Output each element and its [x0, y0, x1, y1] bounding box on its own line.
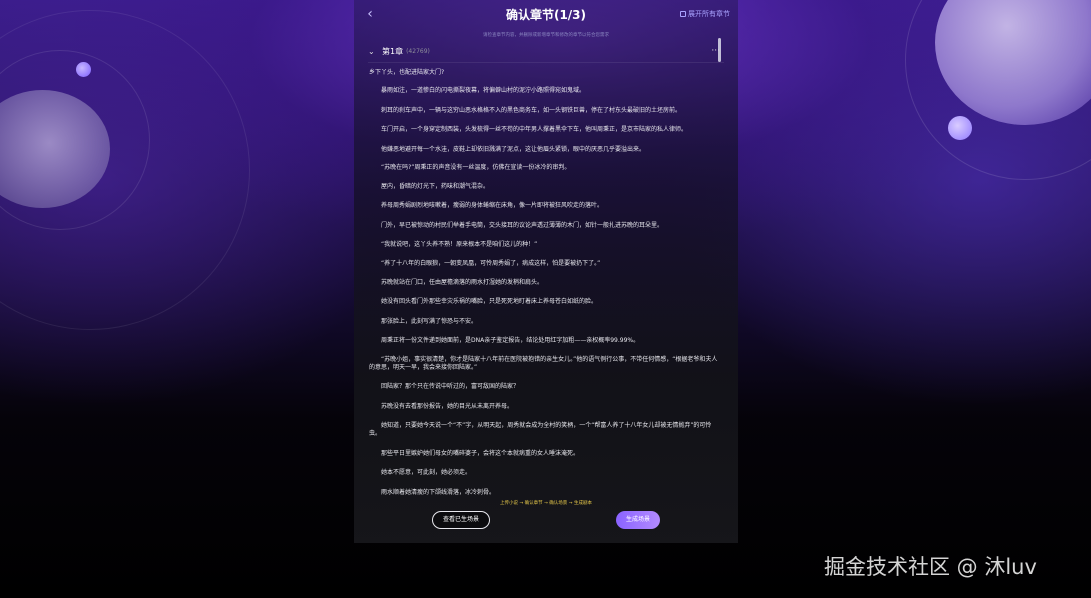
view-scenes-button[interactable]: 查看已生场景: [432, 511, 490, 529]
paragraph: 门外，早已被惊动的村民们举着手电筒，交头接耳的议论声透过薄薄的木门，如针一般扎进…: [381, 222, 664, 229]
paragraph: “苏晚小姐，事实很清楚，你才是陆家十八年前在医院被抱错的亲生女儿。”他的语气例行…: [369, 356, 718, 371]
paragraph: 那张脸上，此刻写满了惊恐与不安。: [381, 318, 478, 325]
paragraph: 他嫌恶地避开每一个水洼，皮鞋上却依旧溅满了泥点，这让他眉头紧锁，眼中的厌恶几乎要…: [381, 146, 646, 153]
divider: [368, 62, 724, 63]
paragraph: 周秉正将一份文件递到她面前，是DNA亲子鉴定报告，结论处用红字加粗——亲权概率9…: [381, 337, 640, 344]
paragraph: 回陆家？那个只在传说中听过的，富可敌国的陆家？: [381, 383, 520, 390]
paragraph: 她本不愿意，可此刻，她必须走。: [381, 469, 472, 476]
generate-scenes-button[interactable]: 生成场景: [616, 511, 660, 529]
chevron-down-icon[interactable]: ⌄: [368, 47, 382, 56]
paragraph: 她没有回头看门外那些幸灾乐祸的嘴脸，只是死死地盯着床上养母苍白如纸的脸。: [381, 298, 598, 305]
paragraph: 养母周秀娟剧烈地咳嗽着，瘦弱的身体蜷缩在床角，像一片即将被狂风吹走的落叶。: [381, 202, 604, 209]
expand-icon: [680, 11, 686, 17]
hint-text: 请检查章节内容，并删除或新增章节和修改的章节以符合您需求: [483, 33, 609, 38]
paragraph: 那些平日里嫉妒她们母女的嘴碎婆子，会将这个本就病重的女人唾沫淹死。: [381, 450, 580, 457]
expand-all-label: 展开所有章节: [688, 10, 730, 18]
paragraph: “苏晚在吗?”周秉正的声音没有一丝温度，仿佛在宣读一份冰冷的审判。: [381, 164, 571, 171]
paragraph: 乡下丫头，也配进陆家大门?: [369, 69, 445, 76]
small-planet-right: [948, 116, 972, 140]
paragraph: 她知道，只要她今天说一个“不”字，从明天起，周秀就会成为全村的笑柄，一个“帮富人…: [369, 422, 712, 437]
paragraph: 车门开启，一个身穿定制西装，头发梳得一丝不苟的中年男人撑着黑伞下车，他叫周秉正，…: [381, 126, 688, 133]
expand-all-button[interactable]: 展开所有章节: [680, 9, 730, 19]
paragraph: “我就说吧，这丫头养不熟！原来根本不是咱们这儿的种！”: [381, 241, 538, 248]
paragraph: “养了十八年的白眼狼，一朝变凤凰，可怜周秀娟了，病成这样，怕是要被扔下了。”: [381, 260, 601, 267]
chapter-header[interactable]: ⌄ 第1章 (42769) ···: [368, 44, 720, 58]
header: ‹ 确认章节(1/3) 展开所有章节: [354, 0, 738, 30]
paragraph: 雨水顺着她清瘦的下颌线滑落，冰冷刺骨。: [381, 489, 496, 496]
paragraph: 苏晚没有去看那份报告，她的目光从未离开养母。: [381, 403, 514, 410]
workflow-steps: 上传小说 → 确认章节 → 确认场景 → 生成剧本: [500, 501, 592, 506]
chapter-word-count: (42769): [406, 47, 430, 55]
scrollbar-thumb[interactable]: [718, 38, 721, 62]
watermark: 掘金技术社区 @ 沐luv: [824, 555, 1037, 579]
paragraph: 暴雨如注，一道惨白的闪电撕裂夜幕，将偏僻山村的泥泞小路照得宛如鬼域。: [381, 87, 586, 94]
paragraph: 屋内，昏暗的灯光下，药味和潮气混杂。: [381, 183, 490, 190]
small-planet-left: [76, 62, 91, 77]
chapter-title: 第1章: [382, 46, 404, 56]
paragraph: 刺耳的刹车声中，一辆与这穷山恶水格格不入的黑色商务车，如一头钢铁巨兽，停在了村东…: [381, 107, 682, 114]
paragraph: 苏晚就站在门口，任由屋檐滴落的雨水打湿她的发梢和肩头。: [381, 279, 544, 286]
chapter-content: 乡下丫头，也配进陆家大门? 暴雨如注，一道惨白的闪电撕裂夜幕，将偏僻山村的泥泞小…: [369, 67, 723, 503]
